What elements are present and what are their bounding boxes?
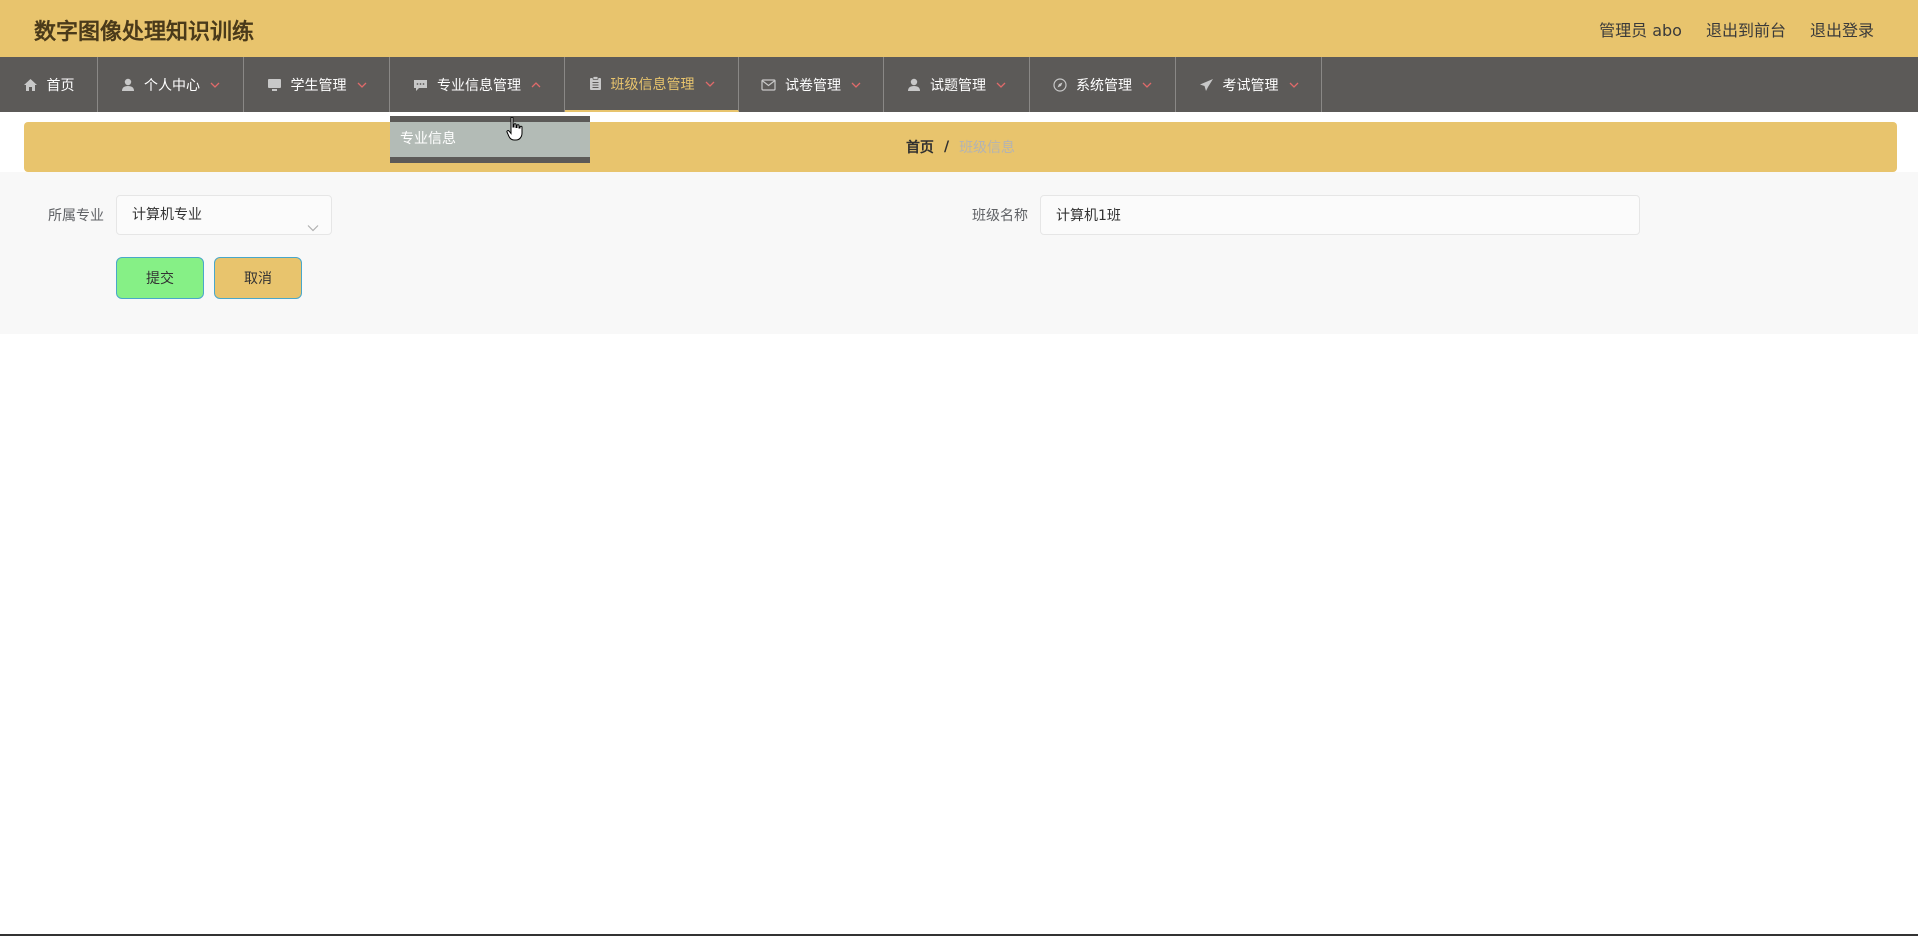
- user-icon: [907, 78, 921, 92]
- nav-item-label: 试卷管理: [785, 77, 841, 94]
- logout-link[interactable]: 退出登录: [1810, 17, 1874, 41]
- nav-item-exam-management[interactable]: 考试管理: [1176, 57, 1322, 112]
- breadcrumb-current: 班级信息: [959, 140, 1016, 156]
- nav-item-personal-center[interactable]: 个人中心: [98, 57, 244, 112]
- compass-icon: [1053, 77, 1067, 92]
- nav-item-class-info-management[interactable]: 班级信息管理: [565, 57, 739, 112]
- exit-to-frontend-link[interactable]: 退出到前台: [1706, 17, 1786, 41]
- cancel-button[interactable]: 取消: [214, 257, 302, 299]
- nav-item-label: 首页: [46, 77, 75, 94]
- nav-item-exam-paper-management[interactable]: 试卷管理: [739, 57, 884, 112]
- nav-item-student-management[interactable]: 学生管理: [244, 57, 390, 112]
- class-name-label: 班级名称: [972, 208, 1028, 224]
- nav-item-label: 专业信息管理: [437, 77, 521, 94]
- nav-item-question-management[interactable]: 试题管理: [884, 57, 1030, 112]
- nav-item-label: 班级信息管理: [610, 76, 695, 93]
- chat-icon: [413, 78, 428, 92]
- admin-user-link[interactable]: 管理员 abo: [1599, 17, 1682, 41]
- class-name-input[interactable]: [1040, 195, 1640, 235]
- mouse-cursor-icon: [506, 116, 524, 145]
- breadcrumb-home[interactable]: 首页: [906, 137, 934, 157]
- dropdown-item-major-info[interactable]: 专业信息: [390, 122, 590, 157]
- chevron-down-icon: [357, 82, 367, 88]
- nav-item-home[interactable]: 首页: [0, 57, 98, 112]
- nav-item-label: 试题管理: [930, 77, 986, 94]
- nav-item-label: 个人中心: [144, 77, 200, 94]
- chevron-down-icon: [851, 82, 861, 88]
- chevron-up-icon: [531, 81, 541, 88]
- nav-item-label: 考试管理: [1222, 77, 1279, 94]
- chevron-down-icon: [307, 209, 319, 247]
- major-select[interactable]: 计算机专业: [116, 195, 332, 235]
- chevron-down-icon: [705, 81, 715, 87]
- major-info-dropdown: 专业信息: [390, 116, 590, 163]
- chevron-down-icon: [1142, 82, 1152, 88]
- breadcrumb-separator: /: [943, 139, 950, 155]
- send-icon: [1199, 78, 1214, 92]
- home-icon: [23, 78, 38, 92]
- top-links: 管理员 abo 退出到前台 退出登录: [1599, 17, 1874, 41]
- monitor-icon: [267, 78, 282, 92]
- major-label: 所属专业: [48, 208, 104, 224]
- nav-item-major-info-management[interactable]: 专业信息管理: [390, 57, 565, 112]
- nav-item-label: 学生管理: [290, 77, 347, 94]
- major-select-value: 计算机专业: [132, 207, 202, 223]
- main-nav: 首页 个人中心 学生管理 专业信息管理 班级信息管理 试卷管理 试题管理 系统管…: [0, 57, 1918, 112]
- chevron-down-icon: [210, 82, 220, 88]
- clipboard-icon: [589, 76, 602, 91]
- chevron-down-icon: [996, 82, 1006, 88]
- breadcrumb: 首页 / 班级信息: [24, 122, 1897, 172]
- submit-button[interactable]: 提交: [116, 257, 204, 299]
- chevron-down-icon: [1289, 82, 1299, 88]
- top-header: 数字图像处理知识训练 管理员 abo 退出到前台 退出登录: [0, 0, 1918, 57]
- user-icon: [121, 78, 135, 92]
- mail-icon: [761, 78, 776, 91]
- nav-item-system-management[interactable]: 系统管理: [1030, 57, 1176, 112]
- nav-item-label: 系统管理: [1076, 77, 1132, 94]
- site-title: 数字图像处理知识训练: [34, 20, 255, 45]
